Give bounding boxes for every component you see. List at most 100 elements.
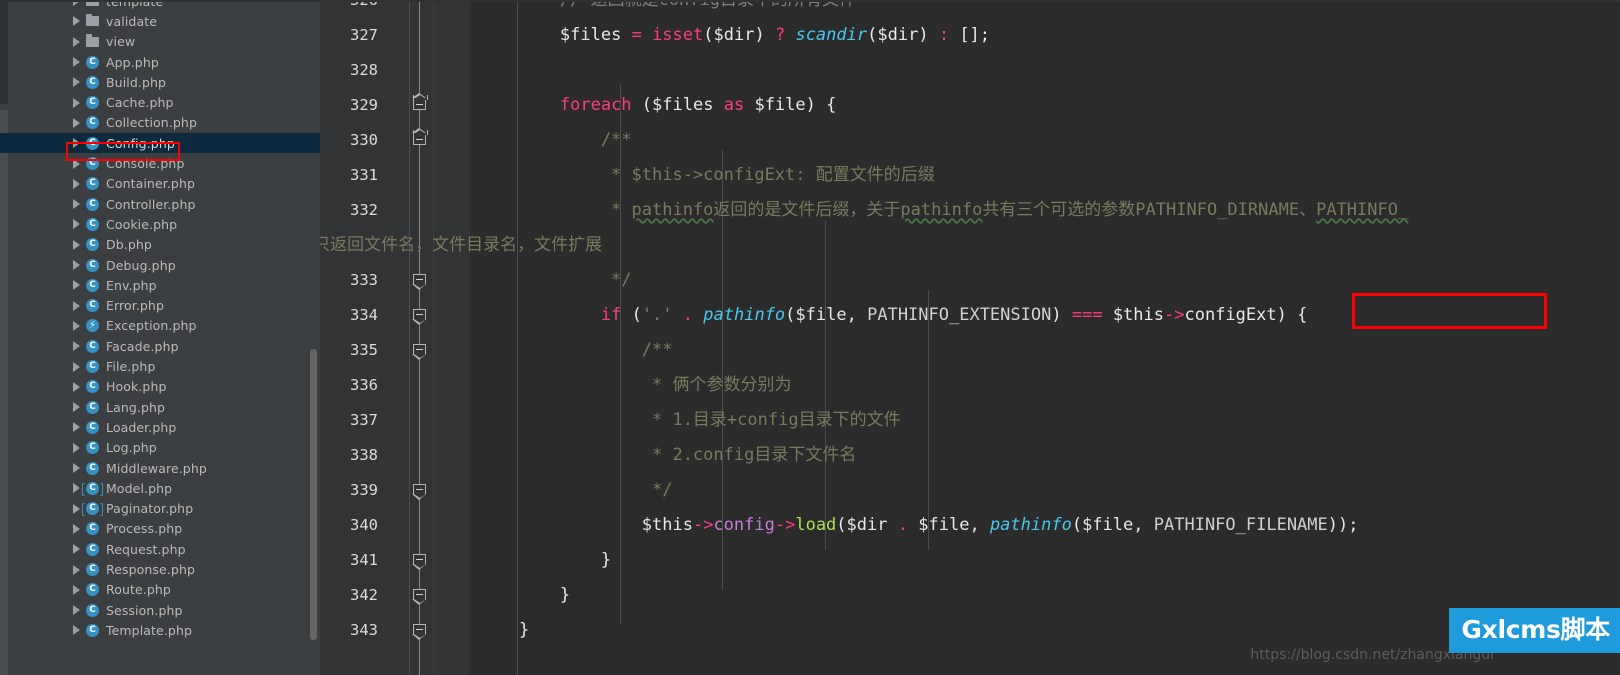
expand-arrow-icon[interactable] (72, 219, 86, 230)
expand-arrow-icon[interactable] (72, 381, 86, 392)
expand-arrow-icon[interactable] (72, 36, 86, 47)
expand-arrow-icon[interactable] (72, 158, 86, 169)
expand-arrow-icon[interactable] (72, 564, 86, 575)
tree-item-config-php[interactable]: C Config.php (0, 133, 320, 154)
code-line[interactable]: * pathinfo返回的是文件后缀，关于pathinfo共有三个可选的参数PA… (478, 193, 1408, 228)
chevron-right-icon[interactable] (72, 544, 81, 555)
chevron-right-icon[interactable] (72, 36, 81, 47)
tree-item-middleware-php[interactable]: C Middleware.php (0, 458, 320, 478)
expand-arrow-icon[interactable] (72, 605, 86, 616)
expand-arrow-icon[interactable] (72, 178, 86, 189)
tree-item-model-php[interactable]: C Model.php (0, 478, 320, 498)
code-line[interactable]: * 俩个参数分别为 (478, 368, 791, 403)
expand-arrow-icon[interactable] (72, 239, 86, 250)
expand-arrow-icon[interactable] (72, 300, 86, 311)
expand-arrow-icon[interactable] (72, 138, 86, 149)
code-line[interactable]: /** (478, 123, 632, 158)
chevron-right-icon[interactable] (72, 402, 81, 413)
chevron-right-icon[interactable] (72, 16, 81, 27)
expand-arrow-icon[interactable] (72, 422, 86, 433)
expand-arrow-icon[interactable] (72, 544, 86, 555)
expand-arrow-icon[interactable] (72, 16, 86, 27)
chevron-right-icon[interactable] (72, 77, 81, 88)
tree-item-route-php[interactable]: C Route.php (0, 580, 320, 600)
tree-item-log-php[interactable]: C Log.php (0, 438, 320, 458)
tree-item-template-php[interactable]: C Template.php (0, 620, 320, 640)
expand-arrow-icon[interactable] (72, 117, 86, 128)
code-line[interactable]: if ('.' . pathinfo($file, PATHINFO_EXTEN… (478, 298, 1308, 333)
code-fold-toggle[interactable] (412, 93, 428, 113)
project-tree-panel[interactable]: template validate view C App.php C Build.php C C… (0, 0, 320, 675)
tree-item-container-php[interactable]: C Container.php (0, 174, 320, 194)
expand-arrow-icon[interactable] (72, 361, 86, 372)
sidebar-scrollbar[interactable] (310, 349, 317, 640)
tree-item-controller-php[interactable]: C Controller.php (0, 194, 320, 214)
tree-item-debug-php[interactable]: C Debug.php (0, 255, 320, 275)
tree-item-console-php[interactable]: C Console.php (0, 153, 320, 173)
code-fold-toggle[interactable] (412, 554, 428, 570)
chevron-right-icon[interactable] (72, 584, 81, 595)
chevron-right-icon[interactable] (72, 260, 81, 271)
expand-arrow-icon[interactable] (72, 97, 86, 108)
chevron-right-icon[interactable] (72, 239, 81, 250)
code-line[interactable]: } (478, 613, 529, 648)
code-line[interactable]: /** (478, 333, 673, 368)
tree-item-cookie-php[interactable]: C Cookie.php (0, 214, 320, 234)
tree-item-file-php[interactable]: C File.php (0, 356, 320, 376)
chevron-right-icon[interactable] (72, 138, 81, 149)
chevron-right-icon[interactable] (72, 320, 81, 331)
tree-item-request-php[interactable]: C Request.php (0, 539, 320, 559)
chevron-right-icon[interactable] (72, 199, 81, 210)
editor-gutter[interactable]: 326 327 328 329 330 331 332 333 334 335 336 337 338 3… (320, 0, 470, 675)
chevron-right-icon[interactable] (72, 605, 81, 616)
code-line[interactable]: // 返回就是config目录中的所有文件 (478, 0, 856, 18)
chevron-right-icon[interactable] (72, 361, 81, 372)
code-fold-toggle[interactable] (412, 309, 428, 325)
code-line[interactable]: * 1.目录+config目录下的文件 (478, 403, 901, 438)
expand-arrow-icon[interactable] (72, 625, 86, 636)
tree-item-cache-php[interactable]: C Cache.php (0, 93, 320, 113)
chevron-right-icon[interactable] (72, 341, 81, 352)
expand-arrow-icon[interactable] (72, 260, 86, 271)
tree-item-exception-php[interactable]: ⚡ Exception.php (0, 316, 320, 336)
tree-item-hook-php[interactable]: C Hook.php (0, 377, 320, 397)
chevron-right-icon[interactable] (72, 523, 81, 534)
code-editor-panel[interactable]: 326 327 328 329 330 331 332 333 334 335 336 337 338 3… (320, 0, 1620, 675)
expand-arrow-icon[interactable] (72, 320, 86, 331)
tree-item-db-php[interactable]: C Db.php (0, 235, 320, 255)
expand-arrow-icon[interactable] (72, 463, 86, 474)
code-line[interactable]: } (478, 543, 611, 578)
expand-arrow-icon[interactable] (72, 584, 86, 595)
expand-arrow-icon[interactable] (72, 199, 86, 210)
tree-item-session-php[interactable]: C Session.php (0, 600, 320, 620)
code-line[interactable]: * $this->configExt: 配置文件的后缀 (478, 158, 935, 193)
expand-arrow-icon[interactable] (72, 77, 86, 88)
tree-item-view[interactable]: view (0, 32, 320, 52)
chevron-right-icon[interactable] (72, 300, 81, 311)
code-line[interactable]: */ (478, 263, 631, 298)
chevron-right-icon[interactable] (72, 381, 81, 392)
expand-arrow-icon[interactable] (72, 442, 86, 453)
chevron-right-icon[interactable] (72, 463, 81, 474)
chevron-right-icon[interactable] (72, 57, 81, 68)
code-fold-toggle[interactable] (412, 128, 428, 148)
expand-arrow-icon[interactable] (72, 523, 86, 534)
code-fold-toggle[interactable] (412, 624, 428, 640)
code-text-area[interactable]: // 返回就是config目录中的所有文件 $files = isset($di… (320, 0, 1620, 675)
tree-item-app-php[interactable]: C App.php (0, 52, 320, 72)
tree-item-process-php[interactable]: C Process.php (0, 519, 320, 539)
tree-item-error-php[interactable]: C Error.php (0, 296, 320, 316)
tree-item-facade-php[interactable]: C Facade.php (0, 336, 320, 356)
code-fold-toggle[interactable] (412, 344, 428, 360)
chevron-right-icon[interactable] (72, 97, 81, 108)
code-line[interactable]: */ (478, 473, 672, 508)
tree-item-loader-php[interactable]: C Loader.php (0, 417, 320, 437)
chevron-right-icon[interactable] (72, 117, 81, 128)
chevron-right-icon[interactable] (72, 442, 81, 453)
chevron-right-icon[interactable] (72, 625, 81, 636)
chevron-right-icon[interactable] (72, 564, 81, 575)
code-line[interactable]: * 2.config目录下文件名 (478, 438, 856, 473)
code-fold-toggle[interactable] (412, 274, 428, 290)
chevron-right-icon[interactable] (72, 178, 81, 189)
code-fold-toggle[interactable] (412, 484, 428, 500)
